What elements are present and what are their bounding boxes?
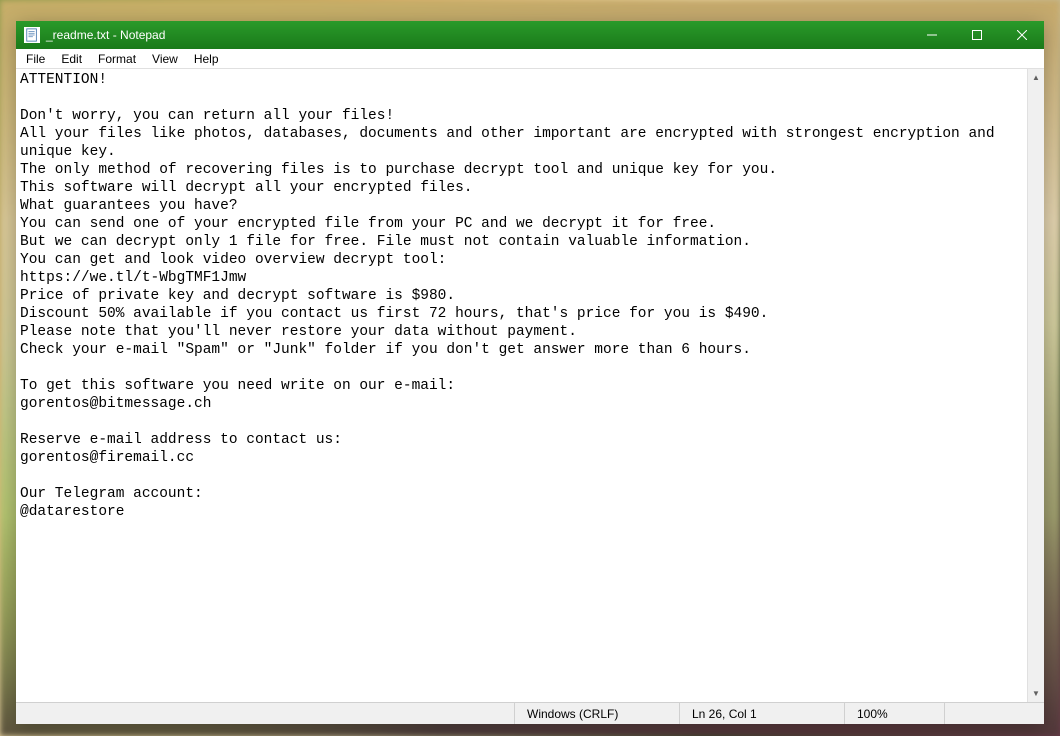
scroll-down-arrow-icon[interactable]: ▼ xyxy=(1028,685,1044,702)
status-cursor-position: Ln 26, Col 1 xyxy=(679,703,844,724)
statusbar: Windows (CRLF) Ln 26, Col 1 100% xyxy=(16,702,1044,724)
menu-edit[interactable]: Edit xyxy=(53,50,90,68)
titlebar[interactable]: _readme.txt - Notepad xyxy=(16,21,1044,49)
status-zoom: 100% xyxy=(844,703,944,724)
status-line-ending: Windows (CRLF) xyxy=(514,703,679,724)
menu-file[interactable]: File xyxy=(18,50,53,68)
notepad-window: _readme.txt - Notepad File Edit Format V… xyxy=(16,21,1044,724)
vertical-scrollbar[interactable]: ▲ ▼ xyxy=(1027,69,1044,702)
window-title: _readme.txt - Notepad xyxy=(46,28,909,42)
menu-format[interactable]: Format xyxy=(90,50,144,68)
menubar: File Edit Format View Help xyxy=(16,49,1044,69)
scroll-up-arrow-icon[interactable]: ▲ xyxy=(1028,69,1044,86)
maximize-button[interactable] xyxy=(954,21,999,49)
menu-view[interactable]: View xyxy=(144,50,186,68)
menu-help[interactable]: Help xyxy=(186,50,227,68)
scroll-track[interactable] xyxy=(1028,86,1044,685)
window-controls xyxy=(909,21,1044,49)
close-button[interactable] xyxy=(999,21,1044,49)
text-editor[interactable]: ATTENTION! Don't worry, you can return a… xyxy=(16,69,1027,702)
minimize-button[interactable] xyxy=(909,21,954,49)
notepad-app-icon xyxy=(24,27,40,43)
editor-area: ATTENTION! Don't worry, you can return a… xyxy=(16,69,1044,702)
status-extra xyxy=(944,703,1044,724)
